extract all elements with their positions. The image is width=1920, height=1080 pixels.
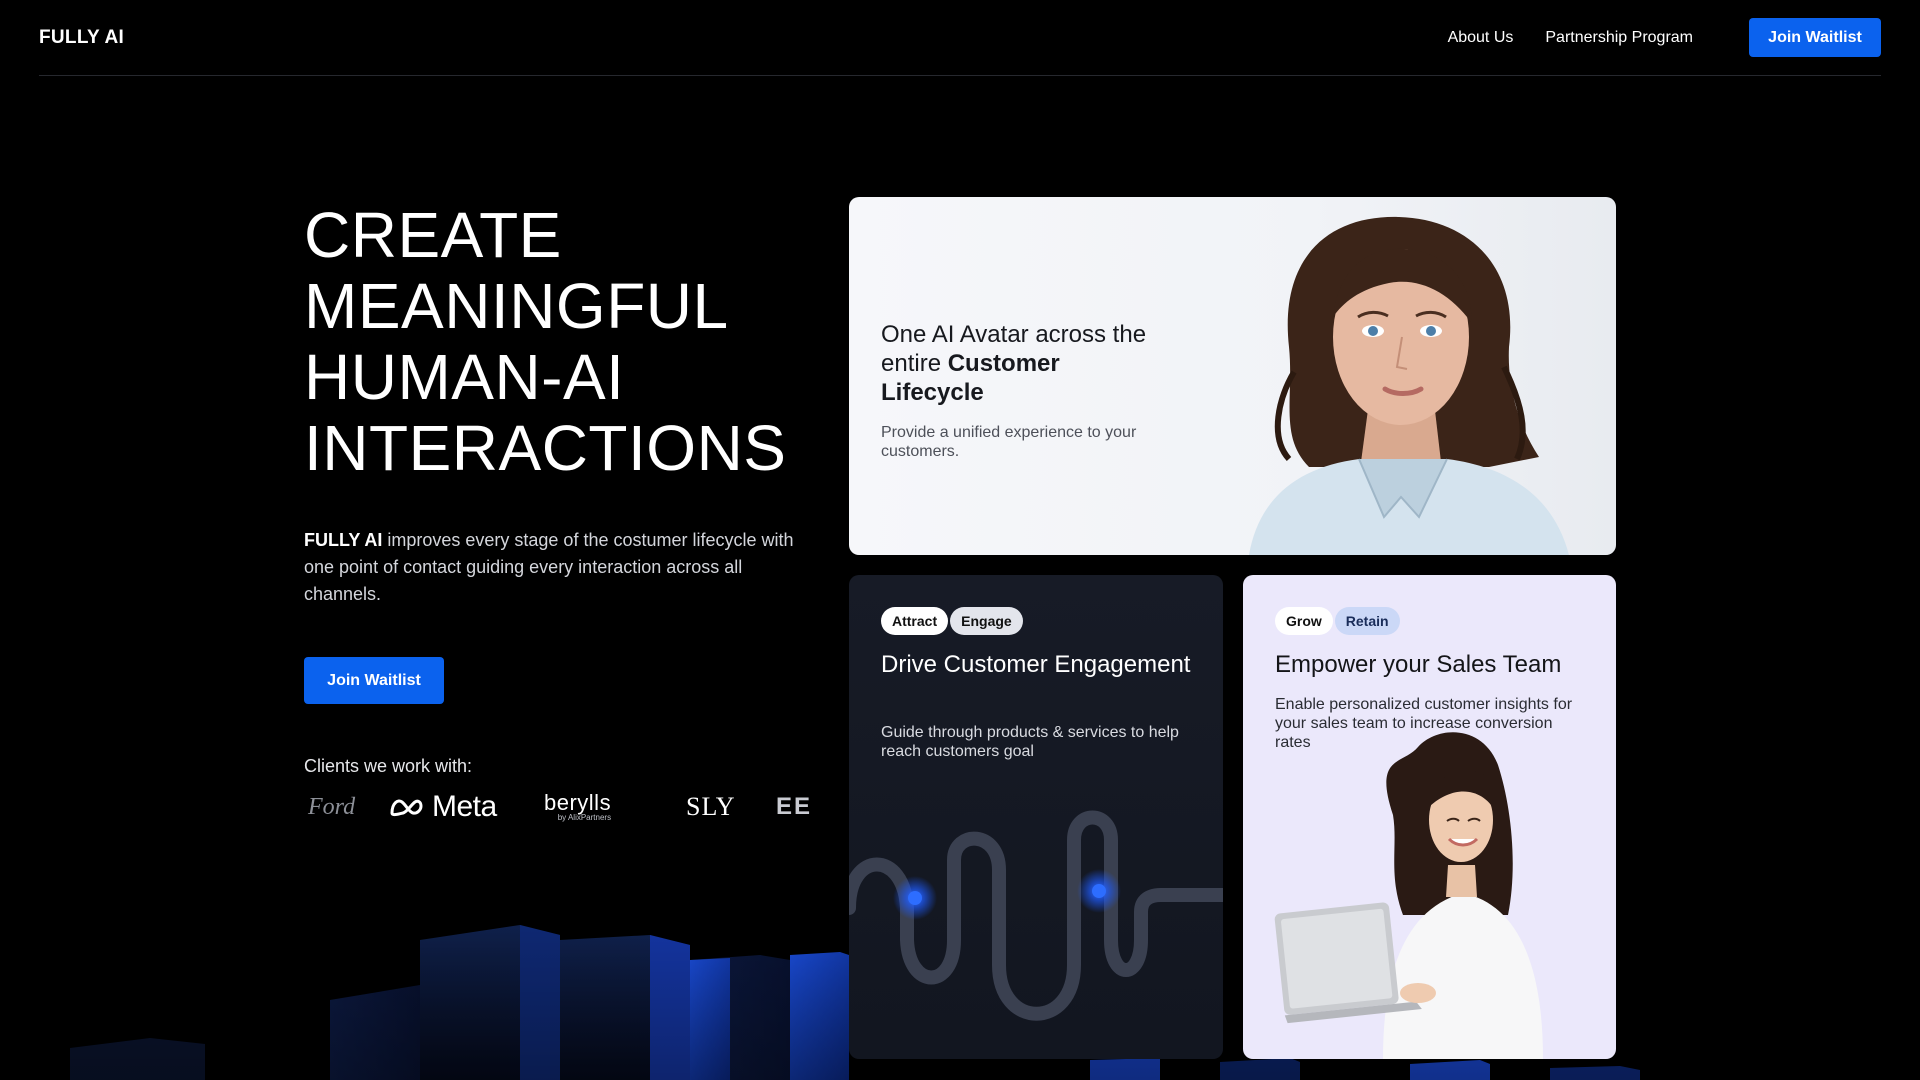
tag-attract: Attract <box>881 607 949 635</box>
client-logo-berylls: berylls by AlixPartners <box>544 790 612 822</box>
hero-title-line: INTERACTIONS <box>304 412 787 484</box>
tag-engage: Engage <box>950 607 1023 635</box>
main-nav: About Us Partnership Program Join Waitli… <box>1448 18 1881 57</box>
engagement-card-title: Drive Customer Engagement <box>881 651 1191 678</box>
hero-title-line: MEANINGFUL <box>304 270 729 342</box>
hero-description: FULLY AI improves every stage of the cos… <box>304 527 824 608</box>
hero-title-line: HUMAN-AI <box>304 341 625 413</box>
ai-avatar-portrait-image <box>1249 216 1569 555</box>
hero-description-brand: FULLY AI <box>304 530 383 550</box>
clients-label: Clients we work with: <box>304 756 473 776</box>
client-logo-ford: Ford <box>308 793 356 820</box>
join-waitlist-nav-button[interactable]: Join Waitlist <box>1749 18 1881 57</box>
client-logos-strip: Ford Meta berylls by AlixPartners SLY EE <box>304 786 824 828</box>
avatar-lifecycle-card: One AI Avatar across the entire Customer… <box>849 197 1616 555</box>
logo[interactable]: FULLY AI <box>39 27 124 49</box>
nav-about-us[interactable]: About Us <box>1448 29 1514 47</box>
hero-title: CREATE MEANINGFUL HUMAN-AI INTERACTIONS <box>304 200 786 484</box>
nav-partnership-program[interactable]: Partnership Program <box>1545 29 1693 47</box>
join-waitlist-hero-button[interactable]: Join Waitlist <box>304 657 444 704</box>
meta-infinity-icon <box>390 799 423 817</box>
engagement-card-description: Guide through products & services to hel… <box>881 724 1179 760</box>
engagement-tags: Attract Engage <box>881 607 1025 635</box>
client-logo-meta: Meta <box>388 786 497 828</box>
client-logo-sly: SLY <box>686 792 736 821</box>
site-header: FULLY AI About Us Partnership Program Jo… <box>39 0 1881 76</box>
customer-engagement-card: Attract Engage Drive Customer Engagement… <box>849 575 1223 1059</box>
sales-team-card: Grow Retain Empower your Sales Team Enab… <box>1243 575 1616 1059</box>
hero-title-line: CREATE <box>304 199 562 271</box>
client-logo-ee: EE <box>776 793 813 820</box>
sales-woman-laptop-image <box>1274 732 1543 1059</box>
engagement-path-graphic <box>849 810 1223 1021</box>
